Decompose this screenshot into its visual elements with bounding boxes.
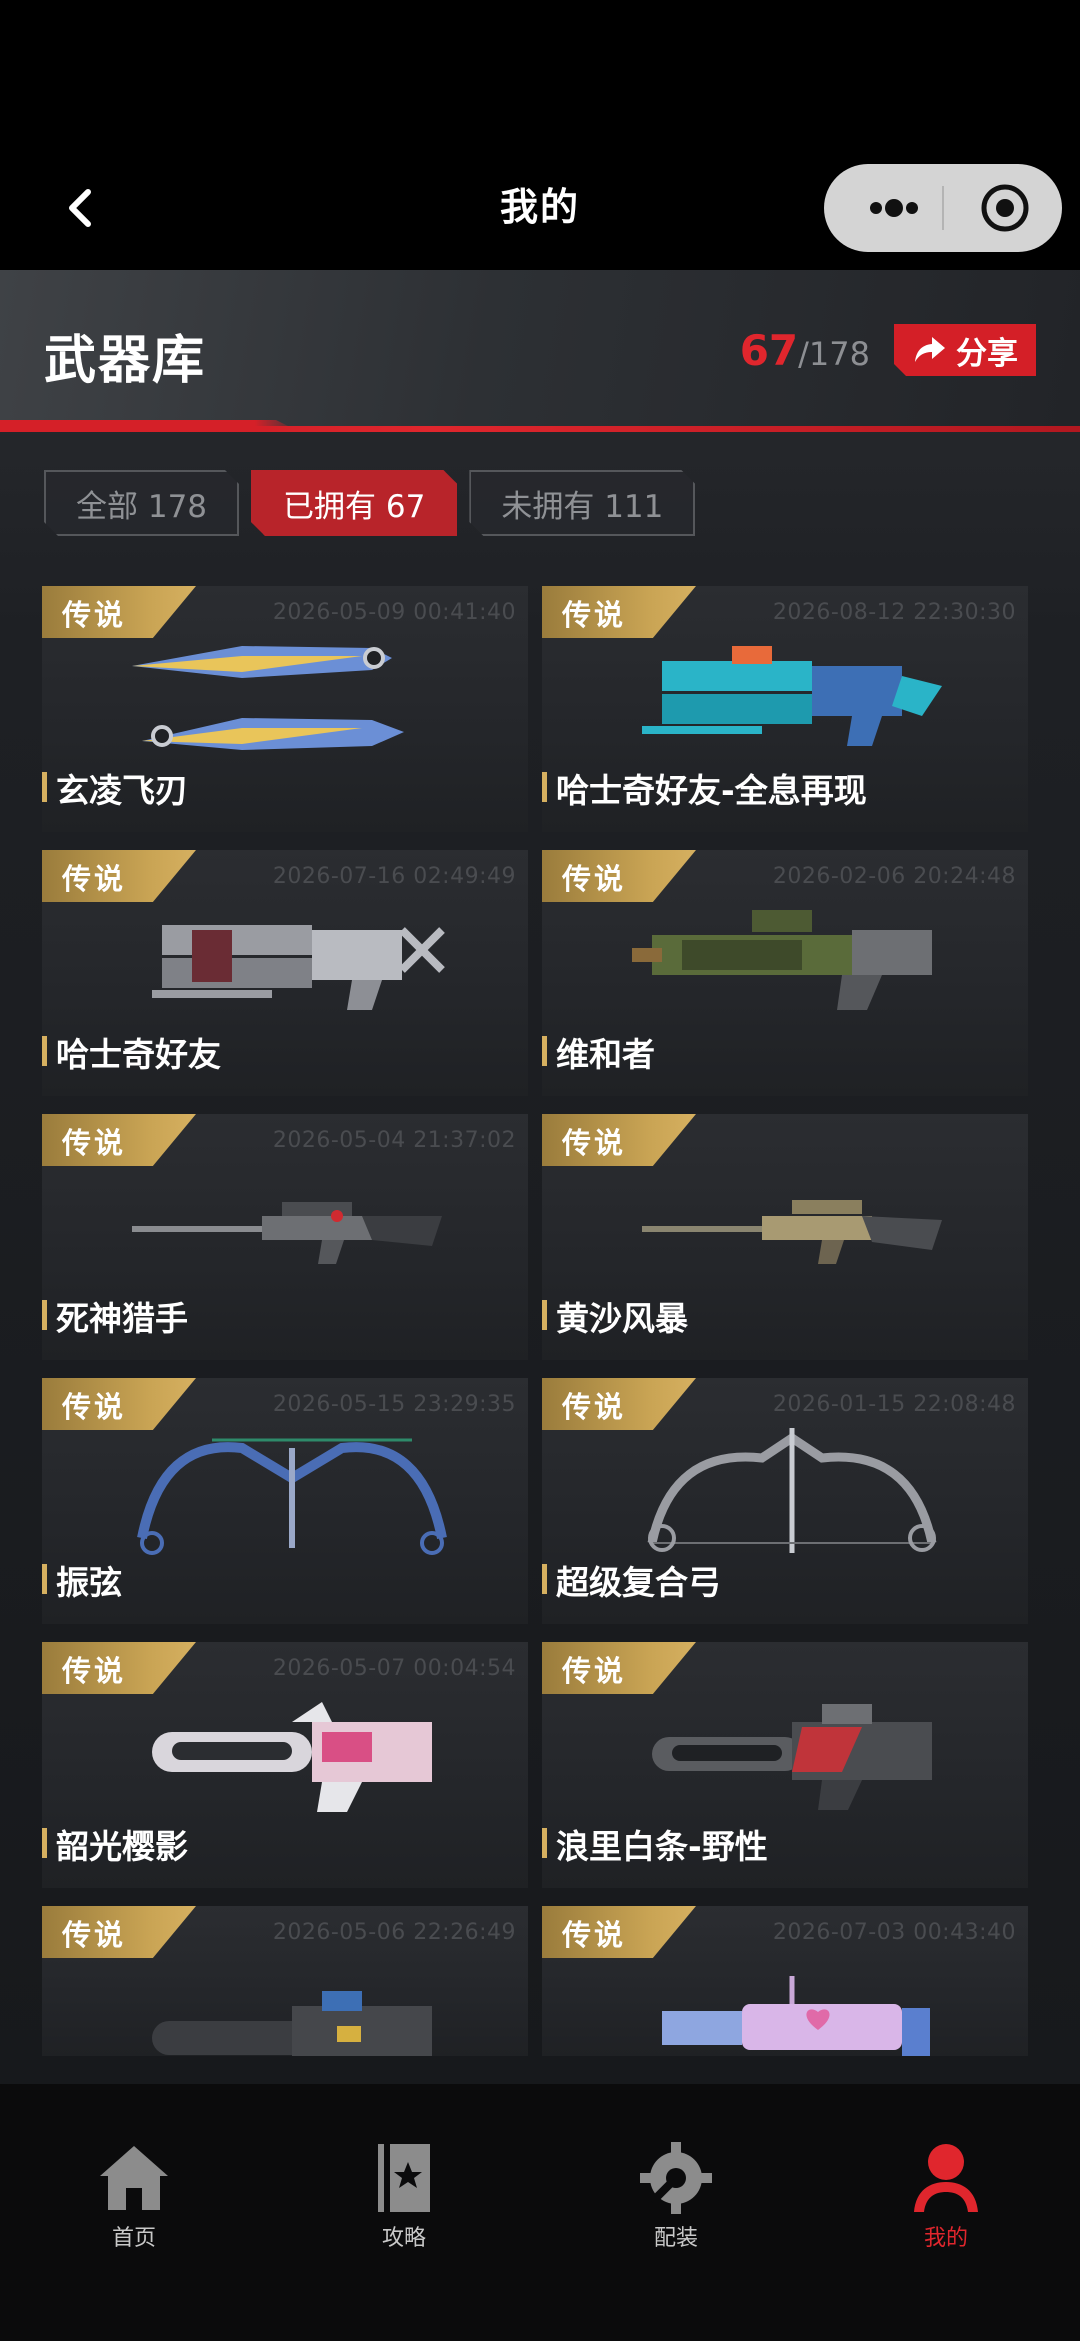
nav-guide[interactable]: 攻略: [334, 2140, 474, 2252]
filter-tabs: 全部 178 已拥有 67 未拥有 111: [44, 470, 695, 536]
mini-program-capsule: [824, 164, 1062, 252]
weapon-name: 韶光樱影: [42, 1820, 188, 1868]
nav-home[interactable]: 首页: [64, 2140, 204, 2252]
acquired-date: 2026-05-06 22:26:49: [272, 1920, 516, 1945]
rarity-label: 传说: [62, 1126, 127, 1160]
nav-label: 我的: [923, 2226, 968, 2251]
nav-label: 配装: [653, 2226, 698, 2251]
weapon-card[interactable]: 传说 2026-07-16 02:49:49 哈士奇好友: [42, 850, 528, 1096]
filter-all[interactable]: 全部 178: [44, 470, 239, 536]
weapon-name: 浪里白条-野性: [542, 1820, 768, 1868]
rarity-label: 传说: [562, 862, 627, 896]
weapon-card[interactable]: 传说 2026-05-06 22:26:49: [42, 1906, 528, 2056]
acquired-date: 2026-08-12 22:30:30: [772, 600, 1016, 625]
weapon-card[interactable]: 传说 2026-05-09 00:41:40 玄凌飞刃: [42, 586, 528, 832]
user-icon: [914, 2144, 978, 2212]
pastel-smg-icon: [662, 1976, 930, 2056]
weapon-card[interactable]: 传说 2026-05-07 00:04:54 韶光樱影: [42, 1642, 528, 1888]
silver-launcher-icon: [152, 925, 445, 1010]
main-content[interactable]: 武器库 67/178 分享 全部 178 已拥有 67 未拥有 111 传说 2…: [0, 270, 1080, 2084]
green-shotgun-icon: [632, 910, 932, 1010]
weapon-name: 振弦: [42, 1556, 122, 1604]
bottom-nav: 首页 攻略 配装 我的: [0, 2084, 1080, 2341]
dark-rifle-icon: [152, 1991, 432, 2056]
acquired-date: 2026-05-09 00:41:40: [272, 600, 516, 625]
acquired-date: 2026-05-07 00:04:54: [272, 1656, 516, 1681]
filter-owned[interactable]: 已拥有 67: [251, 470, 457, 536]
weapon-card[interactable]: 传说 2026-01-15 22:08:48 超级复合弓: [542, 1378, 1028, 1624]
rarity-label: 传说: [562, 598, 627, 632]
rarity-label: 传说: [62, 598, 127, 632]
cyan-launcher-icon: [642, 646, 942, 746]
more-dots-icon: [870, 199, 918, 217]
filter-not-owned[interactable]: 未拥有 111: [469, 470, 695, 536]
nav-loadout[interactable]: 配装: [606, 2140, 746, 2252]
acquired-date: 2026-01-15 22:08:48: [772, 1392, 1016, 1417]
weapon-name: 维和者: [542, 1028, 655, 1076]
wrench-gear-icon: [640, 2142, 712, 2214]
capsule-divider: [942, 186, 944, 230]
close-button[interactable]: [948, 164, 1058, 252]
title-bar: 我的: [0, 0, 1080, 270]
target-close-icon: [981, 184, 1029, 232]
rarity-label: 传说: [62, 1390, 127, 1424]
weapon-card[interactable]: 传说 2026-02-06 20:24:48 维和者: [542, 850, 1028, 1096]
counter-separator: /: [798, 335, 809, 373]
desert-sniper-icon: [642, 1200, 942, 1264]
home-icon: [100, 2146, 168, 2210]
share-arrow-icon: [912, 334, 948, 366]
weapon-card[interactable]: 传说 2026-07-03 00:43:40: [542, 1906, 1028, 2056]
rarity-label: 传说: [62, 862, 127, 896]
acquired-date: 2026-05-04 21:37:02: [272, 1128, 516, 1153]
weapon-name: 死神猎手: [42, 1292, 188, 1340]
blue-bow-icon: [137, 1438, 447, 1555]
total-count: 178: [808, 335, 870, 373]
rarity-label: 传说: [562, 1918, 627, 1952]
weapon-name: 哈士奇好友-全息再现: [542, 764, 867, 812]
weapon-name: 黄沙风暴: [542, 1292, 688, 1340]
weapon-card[interactable]: 传说 2026-05-15 23:29:35 振弦: [42, 1378, 528, 1624]
section-title: 武器库: [44, 331, 207, 391]
weapon-card[interactable]: 传说 黄沙风暴: [542, 1114, 1028, 1360]
owned-counter: 67/178: [740, 326, 870, 375]
guide-book-icon: [378, 2144, 430, 2212]
acquired-date: 2026-07-03 00:43:40: [772, 1920, 1016, 1945]
acquired-date: 2026-02-06 20:24:48: [772, 864, 1016, 889]
share-button[interactable]: 分享: [894, 324, 1036, 376]
rarity-label: 传说: [562, 1390, 627, 1424]
more-button[interactable]: [848, 164, 938, 252]
weapon-card[interactable]: 传说 2026-05-04 21:37:02 死神猎手: [42, 1114, 528, 1360]
rarity-label: 传说: [62, 1918, 127, 1952]
weapon-card[interactable]: 传说 浪里白条-野性: [542, 1642, 1028, 1888]
rarity-label: 传说: [62, 1654, 127, 1688]
acquired-date: 2026-07-16 02:49:49: [272, 864, 516, 889]
pink-rifle-icon: [152, 1702, 432, 1812]
weapon-name: 超级复合弓: [542, 1556, 721, 1604]
owned-count: 67: [739, 326, 799, 375]
red-rifle-icon: [652, 1704, 932, 1810]
weapon-card[interactable]: 传说 2026-08-12 22:30:30 哈士奇好友-全息再现: [542, 586, 1028, 832]
acquired-date: 2026-05-15 23:29:35: [272, 1392, 516, 1417]
accent-divider-left: [0, 420, 300, 432]
share-label: 分享: [956, 335, 1018, 372]
weapon-name: 哈士奇好友: [42, 1028, 221, 1076]
nav-label: 首页: [111, 2226, 156, 2251]
compound-bow-icon: [647, 1428, 937, 1553]
weapon-name: 玄凌飞刃: [42, 764, 188, 812]
twin-blade-icon: [132, 646, 404, 750]
rarity-label: 传说: [562, 1654, 627, 1688]
nav-label: 攻略: [381, 2226, 426, 2251]
rarity-label: 传说: [562, 1126, 627, 1160]
sniper-rifle-icon: [132, 1202, 442, 1264]
nav-mine[interactable]: 我的: [876, 2140, 1016, 2252]
